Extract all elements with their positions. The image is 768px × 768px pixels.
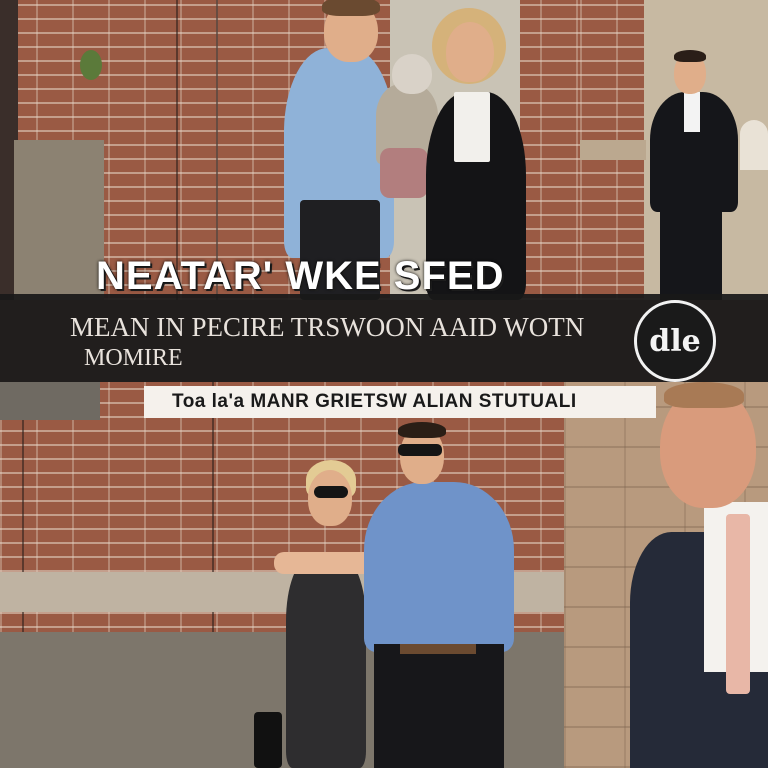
subtitle-line-1: MEAN IN PECIRE TRSWOON AAID WOTN	[70, 312, 585, 342]
floral-tie	[726, 514, 750, 694]
handbag	[254, 712, 282, 768]
logo-text: dle	[649, 323, 701, 359]
window-frame	[0, 382, 100, 420]
sunglasses	[314, 486, 348, 498]
headline: NEATAR' WKE SFED	[96, 254, 505, 298]
stone-pillar	[14, 140, 104, 300]
circular-logo: dle	[634, 300, 716, 382]
photo-couple-sunglasses	[0, 382, 564, 768]
subtitle-line-2: MOMIRE	[84, 345, 183, 371]
plant	[80, 50, 102, 80]
stone-ledge	[580, 140, 646, 160]
belt	[400, 644, 476, 654]
caption-text: Toa la'a MANR GRIETSW ALIAN STUTUALI	[172, 391, 577, 412]
arched-window	[740, 120, 768, 170]
sunglasses	[398, 444, 442, 456]
photo-man-floral-tie	[564, 382, 768, 768]
caption-bar: Toa la'a MANR GRIETSW ALIAN STUTUALI	[144, 386, 656, 418]
